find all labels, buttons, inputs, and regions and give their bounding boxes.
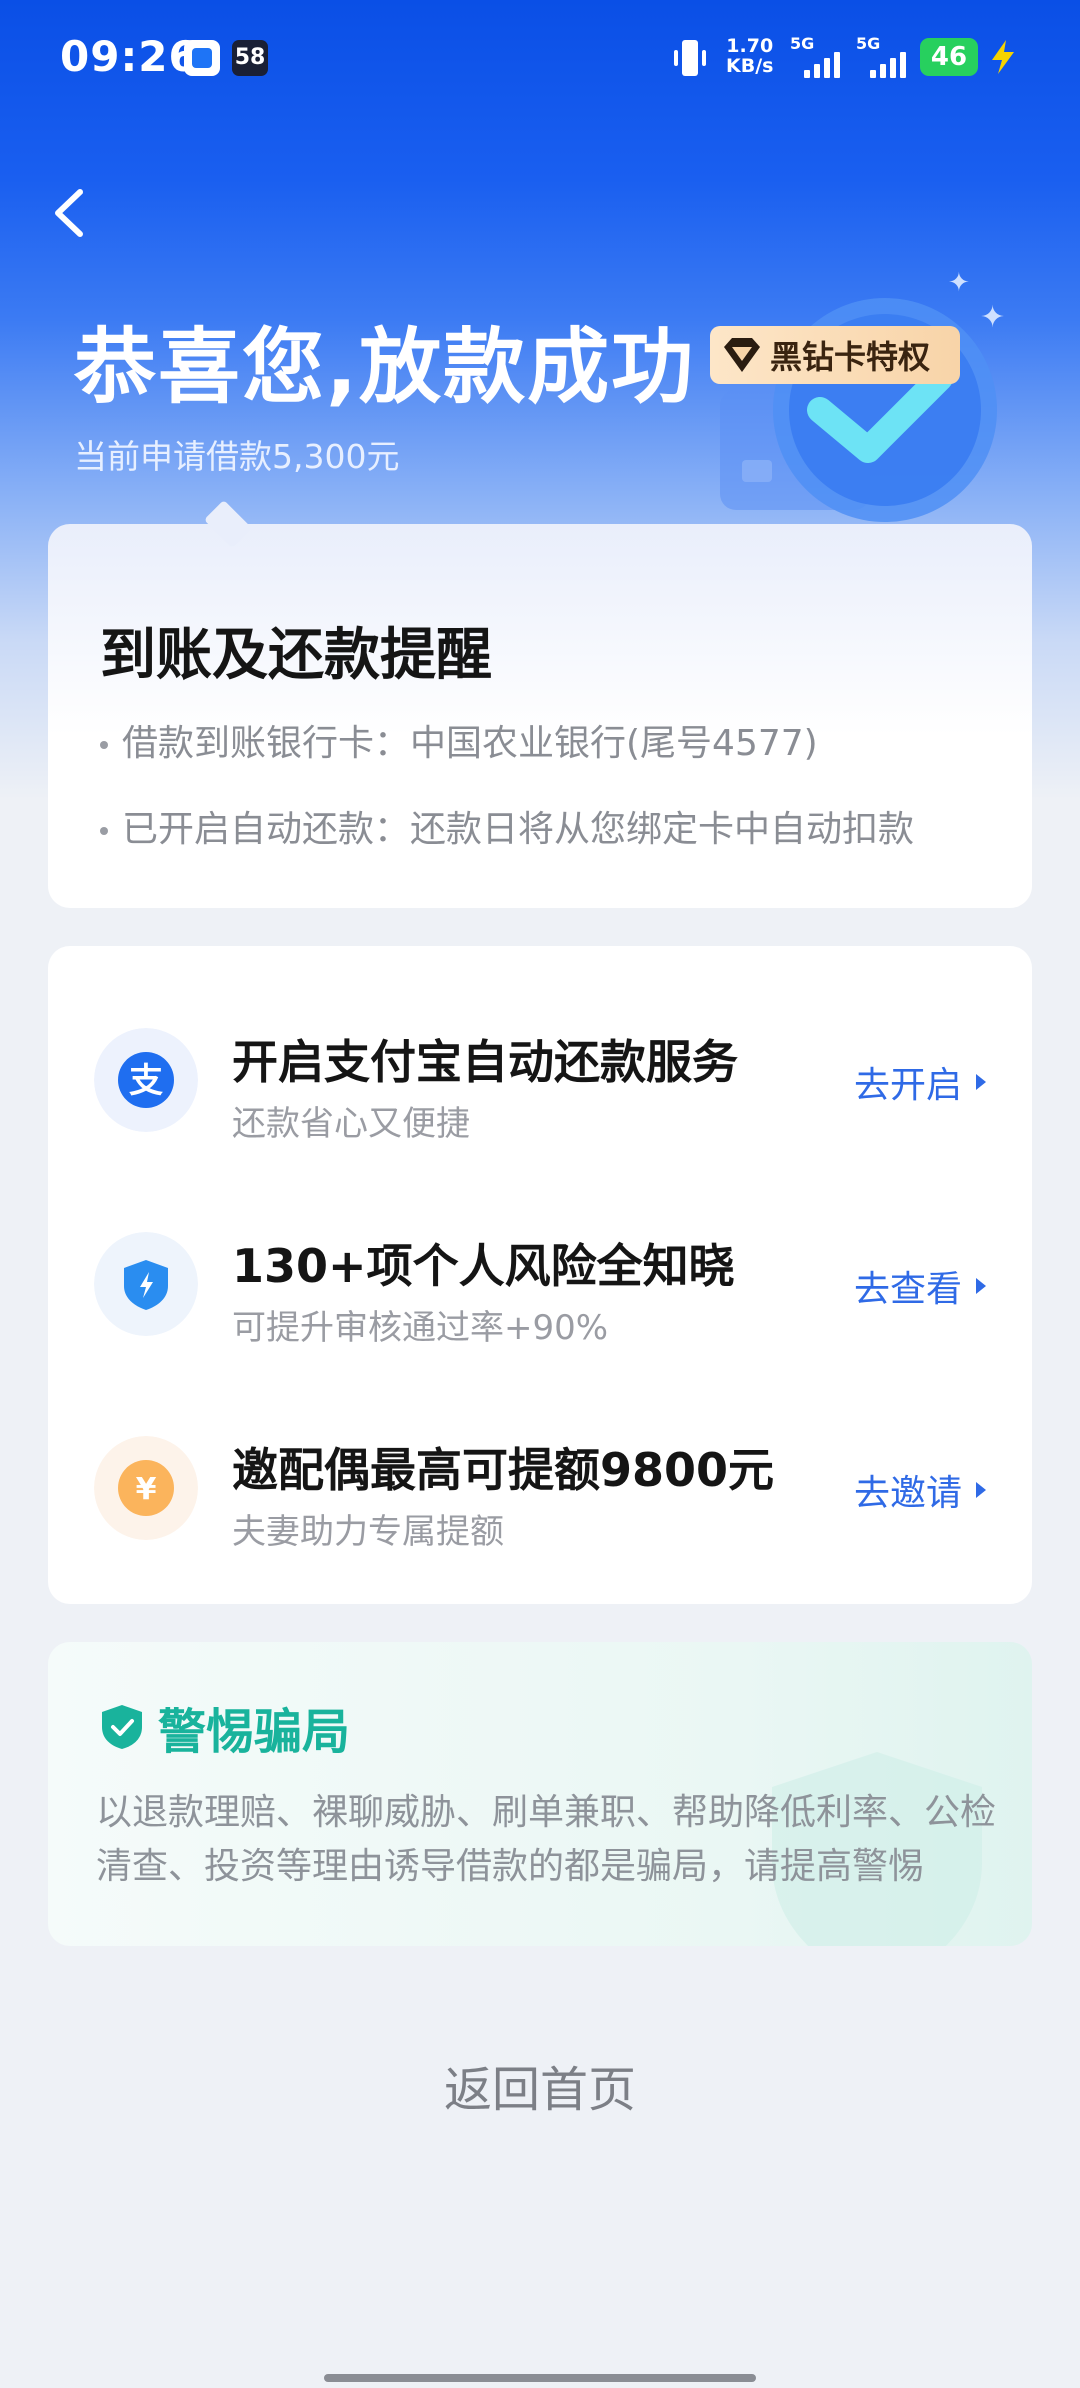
warning-text: 以退款理赔、裸聊威胁、刷单兼职、帮助降低利率、公检清查、投资等理由诱导借款的都是… [96,1792,997,1887]
reminder-title: 到账及还款提醒 [100,623,492,688]
warning-title-text: 警惕骗局 [158,1704,351,1760]
bullet-icon [100,741,108,749]
app-badge-icon: 58 [232,40,268,76]
network-speed-value: 1.70 [726,35,774,57]
alipay-icon: 支 [94,1028,198,1132]
service-item-alipay[interactable]: 支 开启支付宝自动还款服务 还款省心又便捷 去开启 [48,1016,1032,1156]
reminder-line: 借款到账银行卡：中国农业银行(尾号4577) [100,714,818,766]
play-arrow-icon [976,1278,986,1294]
shield-bolt-icon [94,1232,198,1336]
service-title: 开启支付宝自动还款服务 [232,1035,738,1089]
invite-button[interactable]: 去邀请 [854,1464,986,1516]
status-bar: 09:26 58 1.70 KB/s 5G 5G 46 [0,0,1080,120]
shield-check-icon [102,1705,142,1749]
play-arrow-icon [976,1482,986,1498]
reminder-line-text: 已开启自动还款：还款日将从您绑定卡中自动扣款 [122,809,915,850]
svg-text:支: 支 [129,1061,163,1101]
play-arrow-icon [976,1074,986,1090]
reminder-line-text: 借款到账银行卡：中国农业银行(尾号4577) [122,723,818,764]
reminder-line: 已开启自动还款：还款日将从您绑定卡中自动扣款 [100,800,914,852]
back-home-button[interactable]: 返回首页 [0,2050,1080,2120]
bullet-icon [100,827,108,835]
service-subtitle: 还款省心又便捷 [232,1104,470,1144]
home-indicator[interactable] [324,2374,756,2382]
service-subtitle: 可提升审核通过率+90% [232,1308,609,1348]
page-title: 恭喜您,放款成功 [74,320,696,415]
vibrate-icon [674,40,706,76]
service-title: 邀配偶最高可提额9800元 [232,1443,775,1497]
enable-button[interactable]: 去开启 [854,1056,986,1108]
loan-amount-subtitle: 当前申请借款5,300元 [74,437,400,476]
enable-button-label: 去开启 [853,1065,962,1106]
svg-text:¥: ¥ [136,1472,157,1507]
app-notification-icon [184,40,220,76]
view-button[interactable]: 去查看 [854,1260,986,1312]
success-check-illustration [720,298,997,522]
view-button-label: 去查看 [853,1269,962,1310]
service-subtitle: 夫妻助力专属提额 [232,1512,504,1552]
sparkle-icon: ✦ [980,300,1006,335]
yen-coin-icon: ¥ [94,1436,198,1540]
service-item-invite[interactable]: ¥ 邀配偶最高可提额9800元 夫妻助力专属提额 去邀请 [48,1424,1032,1564]
signal-label: 5G [856,34,881,53]
vip-badge: 黑钻卡特权 [710,326,960,384]
signal-icon: 5G [856,34,916,78]
vip-badge-label: 黑钻卡特权 [770,338,931,376]
fraud-warning-card: 警惕骗局 以退款理赔、裸聊威胁、刷单兼职、帮助降低利率、公检清查、投资等理由诱导… [48,1642,1032,1946]
signal-label: 5G [790,34,815,53]
service-title: 130+项个人风险全知晓 [232,1239,735,1293]
invite-button-label: 去邀请 [853,1473,962,1514]
network-speed-unit: KB/s [726,55,774,77]
back-arrow-icon[interactable] [46,186,96,240]
diamond-icon [724,338,760,372]
services-card: 支 开启支付宝自动还款服务 还款省心又便捷 去开启 130+项个人风险全知晓 可… [48,946,1032,1604]
sparkle-icon: ✦ [948,268,970,298]
arrival-reminder-card: 到账及还款提醒 借款到账银行卡：中国农业银行(尾号4577) 已开启自动还款：还… [48,499,1032,908]
battery-icon: 46 [920,38,978,76]
network-speed: 1.70 KB/s [726,36,773,76]
signal-icon: 5G [790,34,850,78]
charging-icon [992,40,1014,74]
status-time: 09:26 [60,32,199,81]
service-item-risk[interactable]: 130+项个人风险全知晓 可提升审核通过率+90% 去查看 [48,1220,1032,1360]
warning-title: 警惕骗局 [100,1692,350,1762]
